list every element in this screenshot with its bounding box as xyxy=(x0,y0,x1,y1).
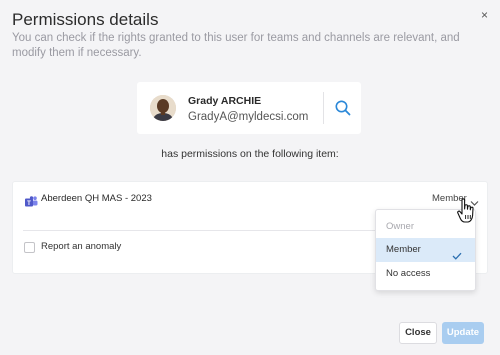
role-option-no-access[interactable]: No access xyxy=(376,262,475,286)
dialog-title: Permissions details xyxy=(12,10,159,29)
team-name: Aberdeen QH MAS - 2023 xyxy=(41,193,152,204)
role-option-owner: Owner xyxy=(386,221,414,232)
permissions-dialog: Permissions details × You can check if t… xyxy=(0,0,500,355)
card-divider xyxy=(323,92,324,124)
update-button[interactable]: Update xyxy=(442,322,484,344)
close-button[interactable]: Close xyxy=(399,322,437,344)
role-value: Member xyxy=(432,193,467,204)
chevron-down-icon xyxy=(470,194,479,206)
user-name: Grady ARCHIE xyxy=(188,95,262,107)
user-email: GradyA@myldecsi.com xyxy=(188,111,309,123)
report-anomaly-label[interactable]: Report an anomaly xyxy=(41,241,121,252)
svg-text:T: T xyxy=(27,201,31,207)
report-anomaly-checkbox[interactable] xyxy=(24,242,35,253)
dialog-subtitle: You can check if the rights granted to t… xyxy=(12,32,460,59)
check-icon xyxy=(452,246,462,260)
close-icon[interactable]: × xyxy=(481,9,488,21)
search-icon[interactable] xyxy=(333,98,353,118)
teams-icon: T xyxy=(25,194,38,207)
role-option-member-label: Member xyxy=(386,244,421,255)
panel-divider xyxy=(23,230,377,231)
role-option-member[interactable]: Member xyxy=(376,238,475,262)
avatar xyxy=(150,95,176,121)
role-select[interactable]: Member xyxy=(432,192,482,206)
user-card: Grady ARCHIE GradyA@myldecsi.com xyxy=(137,82,361,134)
role-dropdown-menu: Owner Member No access xyxy=(375,209,476,291)
permissions-caption: has permissions on the following item: xyxy=(161,148,339,160)
